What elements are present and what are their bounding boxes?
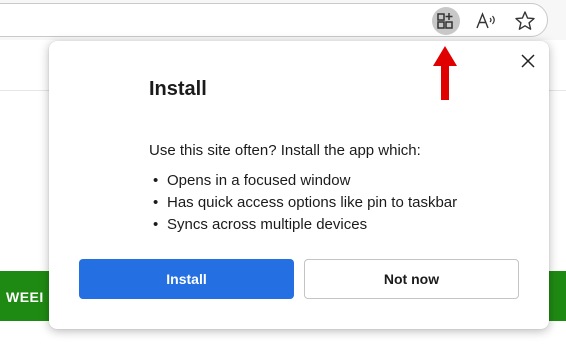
install-app-flyout: Install Use this site often? Install the… — [49, 41, 549, 329]
list-item: • Syncs across multiple devices — [153, 216, 368, 233]
address-bar[interactable] — [0, 3, 548, 37]
flyout-description: Use this site often? Install the app whi… — [149, 142, 421, 159]
list-item: • Opens in a focused window — [153, 172, 351, 189]
not-now-button[interactable]: Not now — [304, 259, 519, 299]
list-item-text: Opens in a focused window — [167, 172, 351, 189]
banner-text: WEEI — [6, 289, 44, 305]
red-arrow-annotation — [433, 46, 457, 100]
install-button[interactable]: Install — [79, 259, 294, 299]
read-aloud-icon[interactable] — [472, 7, 500, 35]
list-item-text: Syncs across multiple devices — [167, 216, 368, 233]
browser-window: WEEI Install Use this site often? Instal… — [0, 0, 566, 344]
list-item: • Has quick access options like pin to ta… — [153, 194, 458, 211]
close-button[interactable] — [515, 48, 541, 74]
app-install-icon[interactable] — [432, 7, 460, 35]
feature-list: • Opens in a focused window • Has quick ac… — [153, 170, 457, 236]
list-item-text: Has quick access options like pin to tas… — [167, 194, 458, 211]
flyout-title: Install — [149, 78, 207, 100]
favorites-star-icon[interactable] — [511, 7, 539, 35]
close-icon — [521, 54, 535, 68]
browser-toolbar — [0, 0, 566, 40]
